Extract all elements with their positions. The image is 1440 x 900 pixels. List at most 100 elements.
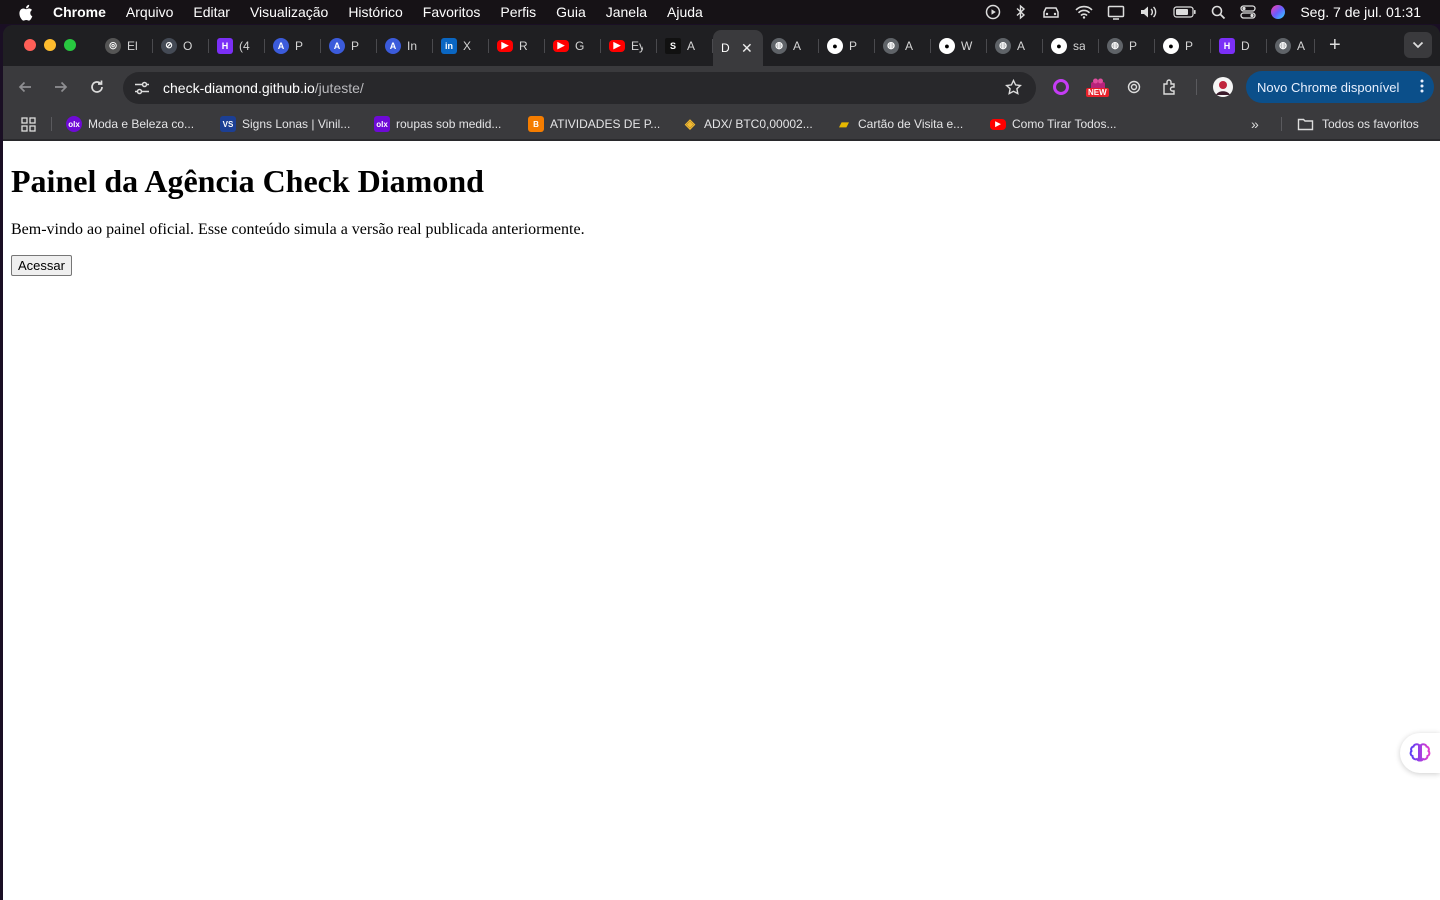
menu-arquivo[interactable]: Arquivo bbox=[126, 4, 173, 20]
extensions-puzzle-icon[interactable] bbox=[1161, 78, 1179, 96]
youtube-icon: ▶ bbox=[990, 118, 1006, 130]
tab[interactable]: ◍ A bbox=[987, 30, 1043, 61]
brain-widget-icon[interactable] bbox=[1400, 733, 1440, 773]
menu-perfis[interactable]: Perfis bbox=[500, 4, 536, 20]
reload-icon[interactable] bbox=[87, 77, 107, 97]
menu-editar[interactable]: Editar bbox=[193, 4, 230, 20]
bookmark-item[interactable]: olx roupas sob medid... bbox=[374, 115, 501, 133]
globe-icon: ◍ bbox=[1275, 37, 1291, 54]
menu-historico[interactable]: Histórico bbox=[348, 4, 402, 20]
close-tab-icon[interactable]: ✕ bbox=[741, 40, 753, 57]
tab[interactable]: ● P bbox=[1155, 30, 1211, 61]
bookmark-label: ATIVIDADES DE P... bbox=[550, 117, 661, 131]
tab[interactable]: ▶ G bbox=[545, 30, 601, 61]
zoom-window-button[interactable] bbox=[64, 39, 76, 51]
tab[interactable]: ⊘ O bbox=[153, 30, 209, 61]
tab[interactable]: ▶ Ey bbox=[601, 30, 657, 61]
menu-janela[interactable]: Janela bbox=[606, 4, 647, 20]
battery-icon[interactable] bbox=[1173, 6, 1197, 18]
access-button[interactable]: Acessar bbox=[11, 255, 72, 276]
bookmarks-divider bbox=[1281, 117, 1282, 131]
tab[interactable]: HD bbox=[1211, 30, 1267, 61]
tab-title: (4 bbox=[239, 38, 250, 53]
github-icon: ● bbox=[939, 37, 955, 54]
tab[interactable]: ◎ El bbox=[97, 30, 153, 61]
extension-ring-icon[interactable] bbox=[1052, 78, 1070, 96]
volume-icon[interactable] bbox=[1139, 5, 1159, 19]
bookmark-item[interactable]: VS Signs Lonas | Vinil... bbox=[220, 115, 350, 133]
bookmark-item[interactable]: ▶ Como Tirar Todos... bbox=[990, 115, 1116, 133]
bookmark-star-icon[interactable] bbox=[1005, 78, 1022, 101]
tab[interactable]: ◍ A bbox=[1267, 30, 1315, 61]
tab[interactable]: ● W bbox=[931, 30, 987, 61]
url-text[interactable]: check-diamond.github.io/juteste/ bbox=[163, 80, 364, 96]
apple-icon[interactable] bbox=[18, 4, 38, 21]
tab[interactable]: ● P bbox=[819, 30, 875, 61]
linkedin-icon: in bbox=[441, 37, 457, 54]
tab[interactable]: AP bbox=[321, 30, 377, 61]
bookmark-item[interactable]: B ATIVIDADES DE P... bbox=[528, 115, 660, 133]
menu-guia[interactable]: Guia bbox=[556, 4, 586, 20]
tab-title: A bbox=[793, 38, 802, 53]
all-bookmarks-label: Todos os favoritos bbox=[1322, 117, 1419, 131]
compass-icon: ⊘ bbox=[161, 37, 177, 54]
play-circle-icon[interactable] bbox=[985, 4, 1001, 20]
bluetooth-icon[interactable] bbox=[1015, 4, 1027, 20]
tab-active[interactable]: D ✕ bbox=[713, 30, 763, 66]
tab[interactable]: ◍ P bbox=[1099, 30, 1155, 61]
menu-ajuda[interactable]: Ajuda bbox=[667, 4, 703, 20]
site-settings-icon[interactable] bbox=[134, 81, 152, 95]
globe-icon: ◍ bbox=[1107, 37, 1123, 54]
bookmark-item[interactable]: ◈ ADX/ BTC0,00002... bbox=[682, 115, 813, 133]
menu-favoritos[interactable]: Favoritos bbox=[423, 4, 481, 20]
siri-icon[interactable] bbox=[1270, 4, 1286, 20]
tab-search-button[interactable] bbox=[1404, 32, 1432, 58]
bookmark-item[interactable]: ▰ Cartão de Visita e... bbox=[836, 115, 963, 133]
spotlight-search-icon[interactable] bbox=[1211, 5, 1226, 20]
menu-visualizacao[interactable]: Visualização bbox=[250, 4, 328, 20]
tab[interactable]: in X bbox=[433, 30, 489, 61]
tab-title: D bbox=[721, 41, 730, 55]
screen-mirroring-icon[interactable] bbox=[1107, 5, 1125, 20]
tab-title: O bbox=[183, 38, 193, 53]
globe-icon: ◍ bbox=[883, 37, 899, 54]
welcome-text: Bem-vindo ao painel oficial. Esse conteú… bbox=[11, 221, 585, 238]
olx-icon: olx bbox=[66, 116, 82, 132]
close-window-button[interactable] bbox=[24, 39, 36, 51]
minimize-window-button[interactable] bbox=[44, 39, 56, 51]
more-bookmarks-icon[interactable]: » bbox=[1251, 115, 1259, 133]
window-controls bbox=[24, 39, 84, 51]
tab[interactable]: ▶ R bbox=[489, 30, 545, 61]
toolbar-divider bbox=[1196, 79, 1197, 95]
macos-menu-bar: Chrome Arquivo Editar Visualização Histó… bbox=[0, 0, 1440, 24]
apps-grid-icon[interactable] bbox=[21, 115, 36, 133]
all-bookmarks-folder[interactable]: Todos os favoritos bbox=[1297, 115, 1419, 133]
tab[interactable]: A In bbox=[377, 30, 433, 61]
menu-chrome[interactable]: Chrome bbox=[53, 4, 106, 20]
chevron-down-icon bbox=[1412, 41, 1424, 49]
back-icon[interactable] bbox=[15, 77, 35, 97]
bookmark-item[interactable]: olx Moda e Beleza co... bbox=[66, 115, 194, 133]
new-tab-icon[interactable]: + bbox=[1329, 34, 1341, 57]
forward-icon[interactable] bbox=[51, 77, 71, 97]
profile-avatar[interactable] bbox=[1213, 77, 1233, 97]
chrome-update-button[interactable]: Novo Chrome disponível bbox=[1246, 71, 1434, 103]
car-icon[interactable] bbox=[1041, 5, 1061, 19]
tab[interactable]: ◍ A bbox=[763, 30, 819, 61]
a-logo-icon: A bbox=[385, 37, 401, 54]
tab[interactable]: SA bbox=[657, 30, 713, 61]
tab[interactable]: H (4 bbox=[209, 30, 265, 61]
clock[interactable]: Seg. 7 de jul. 01:31 bbox=[1300, 4, 1421, 20]
tab-title: W bbox=[961, 38, 973, 53]
more-vertical-icon[interactable] bbox=[1420, 78, 1424, 97]
github-icon: ● bbox=[1163, 37, 1179, 54]
control-center-icon[interactable] bbox=[1240, 5, 1256, 19]
tab[interactable]: ◍ A bbox=[875, 30, 931, 61]
wifi-icon[interactable] bbox=[1075, 5, 1093, 19]
blogger-icon: B bbox=[528, 116, 544, 132]
openai-icon[interactable] bbox=[1125, 78, 1143, 96]
olx-icon: olx bbox=[374, 116, 390, 132]
tab[interactable]: ● sa bbox=[1043, 30, 1099, 61]
address-bar[interactable]: check-diamond.github.io/juteste/ bbox=[123, 72, 1036, 104]
tab[interactable]: AP bbox=[265, 30, 321, 61]
